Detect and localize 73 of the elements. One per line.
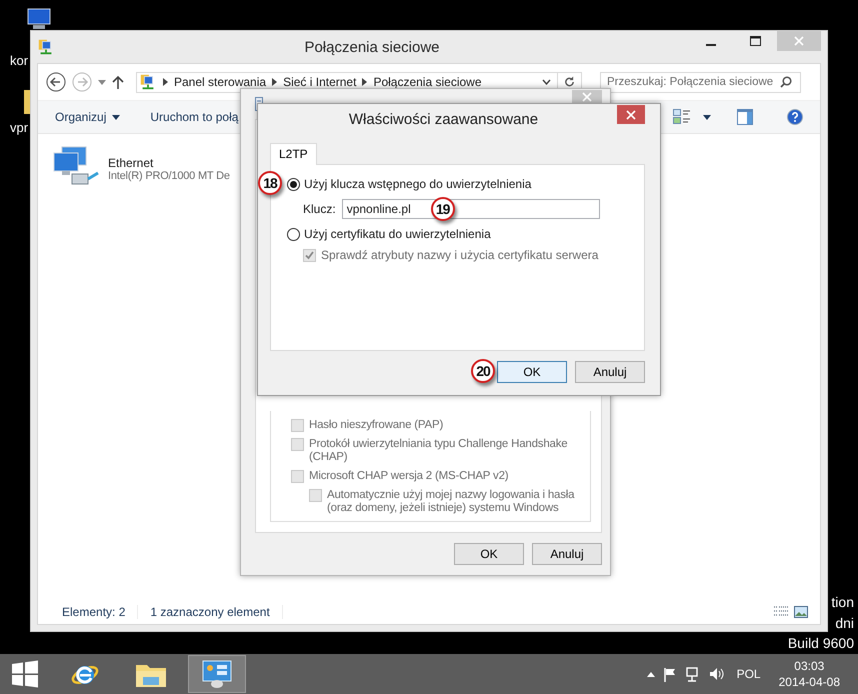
- chevron-right-icon: [362, 78, 368, 86]
- close-icon: [582, 92, 592, 102]
- item-name[interactable]: Ethernet: [108, 156, 154, 170]
- toolbar-button[interactable]: Organizuj: [55, 110, 120, 124]
- large-icons-view-icon[interactable]: [794, 606, 808, 618]
- search-icon: [780, 76, 792, 88]
- recent-dropdown-button[interactable]: [98, 80, 106, 84]
- search-field[interactable]: Przeszukaj: Połączenia sieciowe: [600, 72, 801, 92]
- dialog-button[interactable]: Anuluj: [575, 361, 645, 383]
- back-button[interactable]: [46, 72, 66, 92]
- chevron-right-icon: [163, 78, 168, 86]
- chevron-down-icon: [542, 79, 551, 85]
- status-text: 1 zaznaczony element: [138, 605, 283, 619]
- maximize-icon: [750, 36, 760, 46]
- key-input-field[interactable]: vpnonline.pl 19: [342, 199, 600, 219]
- dialog-button[interactable]: Anuluj: [532, 543, 602, 565]
- breadcrumb[interactable]: Połączenia sieciowe: [373, 75, 482, 89]
- checkbox-label: Sprawdź atrybuty nazwy i użycia certyfikatu serwera: [321, 249, 598, 262]
- dialog-button[interactable]: OK: [497, 361, 567, 383]
- refresh-icon: [564, 76, 575, 88]
- toolbar-button[interactable]: Uruchom to połą: [150, 110, 238, 124]
- checkbox-label: Protokół uwierzytelniania typu Challenge Handshake (CHAP): [309, 438, 568, 464]
- clock-time[interactable]: 03:03: [794, 658, 824, 674]
- caret-icon[interactable]: [703, 114, 711, 120]
- item-detail: Intel(R) PRO/1000 MT De: [108, 170, 230, 182]
- callout-badge: 20: [471, 359, 495, 383]
- dialog-button[interactable]: OK: [454, 543, 524, 565]
- field-label: Klucz:: [303, 202, 336, 216]
- control-panel-icon: [201, 659, 233, 689]
- callout-badge: 19: [430, 197, 455, 221]
- field-value: vpnonline.pl: [346, 202, 411, 216]
- start-windows-icon[interactable]: [10, 659, 40, 689]
- checkbox-label: Microsoft CHAP wersja 2 (MS-CHAP v2): [309, 470, 508, 483]
- tab[interactable]: L2TP: [270, 143, 317, 165]
- radio-button[interactable]: [287, 228, 300, 240]
- dialog-title: Właściwości zaawansowane: [348, 110, 540, 128]
- watermark-text: dni: [835, 614, 854, 632]
- callout-badge: 18: [258, 171, 282, 195]
- check-icon: [305, 251, 314, 260]
- caret-icon: [112, 114, 120, 120]
- desktop-icon-label[interactable]: kor: [10, 53, 28, 68]
- radio-label: Użyj certyfikatu do uwierzytelnienia: [304, 227, 491, 241]
- radio-label: Użyj klucza wstępnego do uwierzytelnienia: [304, 177, 532, 191]
- chevron-right-icon: [272, 78, 278, 86]
- radio-button[interactable]: [287, 178, 300, 190]
- computer-icon: [26, 8, 52, 30]
- up-arrow-icon: [112, 75, 124, 89]
- desktop-icon-label[interactable]: vpr: [10, 120, 28, 135]
- clock-date[interactable]: 2014-04-08: [778, 674, 840, 690]
- view-options-icon[interactable]: [673, 109, 691, 125]
- minimize-icon: [706, 44, 716, 46]
- close-button[interactable]: [617, 105, 645, 124]
- status-text: Elementy: 2: [50, 605, 138, 619]
- breadcrumb[interactable]: Sieć i Internet: [283, 75, 356, 89]
- window-title: Połączenia sieciowe: [303, 38, 441, 56]
- checkbox-label: Hasło nieszyfrowane (PAP): [309, 419, 444, 432]
- caret-up-icon[interactable]: [646, 672, 655, 676]
- breadcrumb[interactable]: Panel sterowania: [174, 75, 266, 89]
- taskbar-app-button[interactable]: [188, 655, 246, 693]
- volume-icon[interactable]: [708, 667, 725, 681]
- watermark-text: tion: [831, 593, 854, 612]
- folder-icon: [24, 90, 30, 114]
- checkbox-label: Automatycznie użyj mojej nazwy logowania i hasła (oraz domeny, jeżeli istnieje) systemu Windows: [327, 489, 576, 515]
- up-button[interactable]: [112, 75, 124, 89]
- preview-pane-icon[interactable]: [737, 109, 753, 125]
- language-indicator[interactable]: POL: [736, 667, 761, 681]
- help-icon[interactable]: [787, 109, 803, 125]
- close-icon: [794, 36, 804, 46]
- flag-icon[interactable]: [662, 666, 677, 682]
- close-icon: [626, 110, 636, 120]
- watermark-text: Build 9600: [788, 634, 854, 653]
- caret-icon: [98, 80, 106, 84]
- details-view-icon[interactable]: [774, 606, 788, 618]
